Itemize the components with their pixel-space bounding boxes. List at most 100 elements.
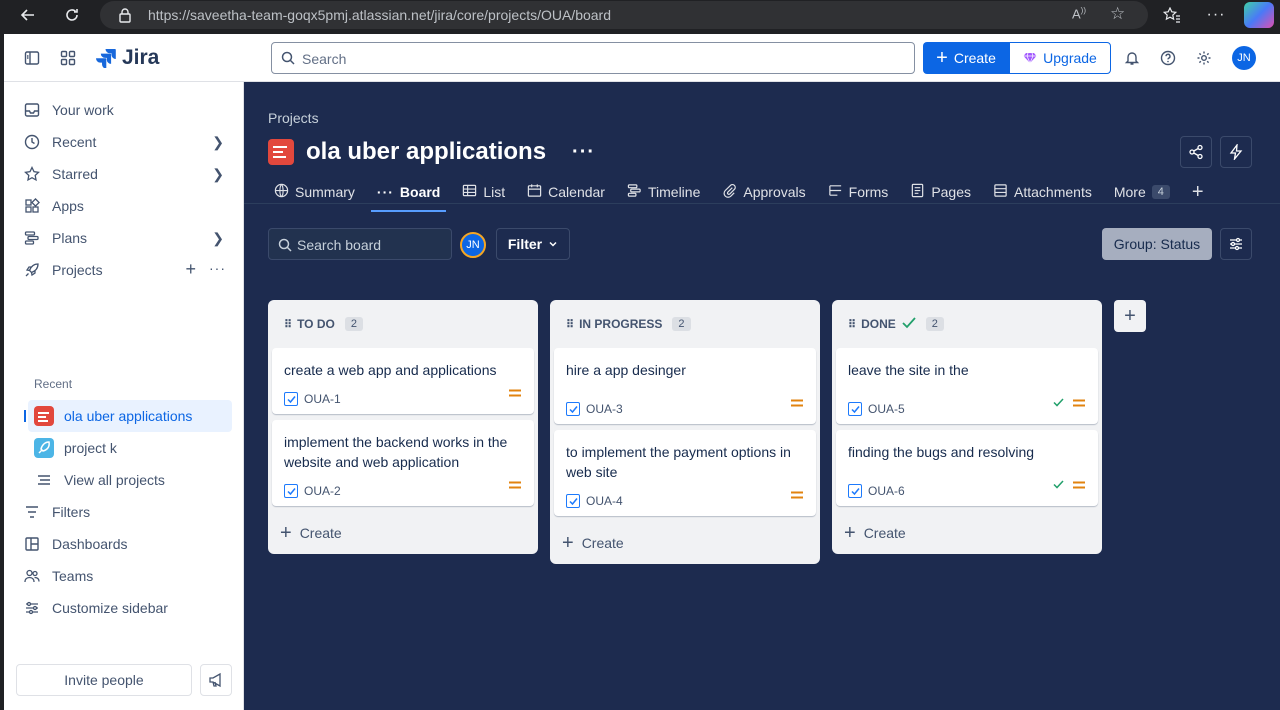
back-icon[interactable]	[18, 5, 38, 25]
teams-icon	[22, 568, 42, 584]
upgrade-button[interactable]: Upgrade	[1009, 42, 1111, 74]
issue-card[interactable]: implement the backend works in the websi…	[272, 420, 534, 506]
sidebar: Your work Recent ❯ Starred ❯ Apps Plans …	[4, 82, 244, 710]
sidebar-project-k[interactable]: project k	[28, 432, 232, 464]
user-avatar[interactable]: JN	[1232, 46, 1256, 70]
create-issue-button[interactable]: + Create	[268, 512, 538, 554]
project-icon	[34, 406, 54, 426]
sidebar-item-label: Customize sidebar	[52, 600, 168, 616]
global-search-input[interactable]: Search	[271, 42, 915, 74]
chevron-right-icon[interactable]: ❯	[212, 166, 224, 183]
sidebar-item-starred[interactable]: Starred ❯	[16, 158, 232, 190]
sidebar-item-plans[interactable]: Plans ❯	[16, 222, 232, 254]
priority-medium-icon	[1072, 394, 1086, 412]
reload-icon[interactable]	[62, 5, 82, 25]
automation-lightning-icon[interactable]	[1220, 136, 1252, 168]
sidebar-item-label: Filters	[52, 504, 91, 520]
filter-button[interactable]: Filter	[496, 228, 570, 260]
feedback-megaphone-icon[interactable]	[200, 664, 232, 696]
issue-key: OUA-1	[304, 392, 341, 406]
sidebar-item-dashboards[interactable]: Dashboards	[16, 528, 232, 560]
group-by-button[interactable]: Group: Status	[1102, 228, 1212, 260]
tab-board[interactable]: ··· Board	[370, 178, 447, 212]
tab-attachments[interactable]: Attachments	[987, 178, 1098, 206]
column-header[interactable]: ⠿ IN PROGRESS 2	[550, 300, 820, 348]
more-options-icon[interactable]: ···	[209, 260, 226, 276]
project-title: ola uber applications	[306, 138, 547, 165]
drag-handle-icon[interactable]: ⠿	[566, 318, 574, 331]
favorite-star-icon[interactable]: ☆	[1110, 4, 1125, 24]
create-issue-button[interactable]: + Create	[550, 522, 820, 564]
recent-heading: Recent	[34, 377, 73, 391]
sidebar-item-recent[interactable]: Recent ❯	[16, 126, 232, 158]
sidebar-item-your-work[interactable]: Your work	[16, 94, 232, 126]
tab-pages[interactable]: Pages	[904, 178, 977, 206]
jira-logo-icon	[96, 49, 116, 68]
address-bar[interactable]: https://saveetha-team-goqx5pmj.atlassian…	[100, 1, 1148, 29]
add-project-icon[interactable]: +	[185, 259, 196, 280]
app-switcher-icon[interactable]	[58, 48, 78, 68]
sidebar-item-apps[interactable]: Apps	[16, 190, 232, 222]
board-search-placeholder: Search board	[297, 237, 382, 253]
column-count: 2	[925, 317, 944, 331]
tab-approvals[interactable]: Approvals	[716, 178, 811, 206]
sidebar-view-all-projects[interactable]: View all projects	[28, 464, 232, 496]
create-button[interactable]: + Create	[923, 42, 1009, 74]
tab-label: Forms	[848, 184, 889, 200]
breadcrumb[interactable]: Projects	[268, 110, 319, 126]
tab-label: Approvals	[743, 184, 806, 200]
dashboard-icon	[22, 536, 42, 552]
attachments-icon	[993, 183, 1008, 201]
sidebar-item-projects[interactable]: Projects + ···	[16, 254, 232, 286]
invite-people-button[interactable]: Invite people	[16, 664, 192, 696]
sidebar-item-customize[interactable]: Customize sidebar	[16, 592, 232, 624]
sidebar-project-ola-uber[interactable]: ola uber applications	[24, 400, 232, 432]
sidebar-item-filters[interactable]: Filters	[16, 496, 232, 528]
sidebar-item-label: ola uber applications	[64, 408, 193, 424]
issue-card[interactable]: leave the site in the OUA-5	[836, 348, 1098, 424]
copilot-icon[interactable]	[1244, 2, 1274, 28]
settings-gear-icon[interactable]	[1194, 48, 1214, 68]
favorites-icon[interactable]	[1162, 5, 1182, 25]
calendar-icon	[527, 183, 542, 201]
sidebar-toggle-icon[interactable]	[22, 48, 42, 68]
tab-calendar[interactable]: Calendar	[521, 178, 611, 206]
add-column-button[interactable]: +	[1114, 300, 1146, 332]
drag-handle-icon[interactable]: ⠿	[848, 318, 856, 331]
add-tab-icon[interactable]: +	[1186, 178, 1210, 206]
notifications-bell-icon[interactable]	[1122, 48, 1142, 68]
issue-card[interactable]: finding the bugs and resolving OUA-6	[836, 430, 1098, 506]
rocket-icon	[22, 262, 42, 278]
sidebar-item-teams[interactable]: Teams	[16, 560, 232, 592]
page-icon	[910, 183, 925, 201]
project-actions-icon[interactable]: ···	[572, 141, 595, 164]
tab-timeline[interactable]: Timeline	[621, 178, 706, 206]
issue-card[interactable]: create a web app and applications OUA-1	[272, 348, 534, 414]
issue-title: to implement the payment options in web …	[566, 444, 791, 480]
view-settings-icon[interactable]	[1220, 228, 1252, 260]
tab-summary[interactable]: Summary	[268, 178, 361, 206]
column-header[interactable]: ⠿ DONE 2	[832, 300, 1102, 348]
assignee-avatar[interactable]: JN	[460, 232, 486, 258]
create-issue-button[interactable]: + Create	[832, 512, 1102, 554]
search-icon	[278, 238, 292, 252]
issue-card[interactable]: hire a app desinger OUA-3	[554, 348, 816, 424]
jira-logo[interactable]: Jira	[96, 46, 159, 70]
board-column-todo: ⠿ TO DO 2 create a web app and applicati…	[268, 300, 538, 554]
board-search-input[interactable]: Search board	[268, 228, 452, 260]
column-header[interactable]: ⠿ TO DO 2	[268, 300, 538, 348]
read-aloud-icon[interactable]: A))	[1072, 6, 1086, 21]
issue-card[interactable]: to implement the payment options in web …	[554, 430, 816, 516]
help-icon[interactable]	[1158, 48, 1178, 68]
tab-list[interactable]: List	[456, 178, 511, 206]
chevron-right-icon[interactable]: ❯	[212, 230, 224, 247]
tab-forms[interactable]: Forms	[822, 178, 895, 206]
browser-menu-icon[interactable]: ···	[1206, 5, 1226, 25]
apps-grid-icon	[22, 198, 42, 214]
chevron-right-icon[interactable]: ❯	[212, 134, 224, 151]
drag-handle-icon[interactable]: ⠿	[284, 318, 292, 331]
filter-button-label: Filter	[507, 236, 543, 252]
tab-more[interactable]: More 4	[1108, 178, 1176, 206]
gem-icon	[1023, 52, 1037, 64]
share-icon[interactable]	[1180, 136, 1212, 168]
